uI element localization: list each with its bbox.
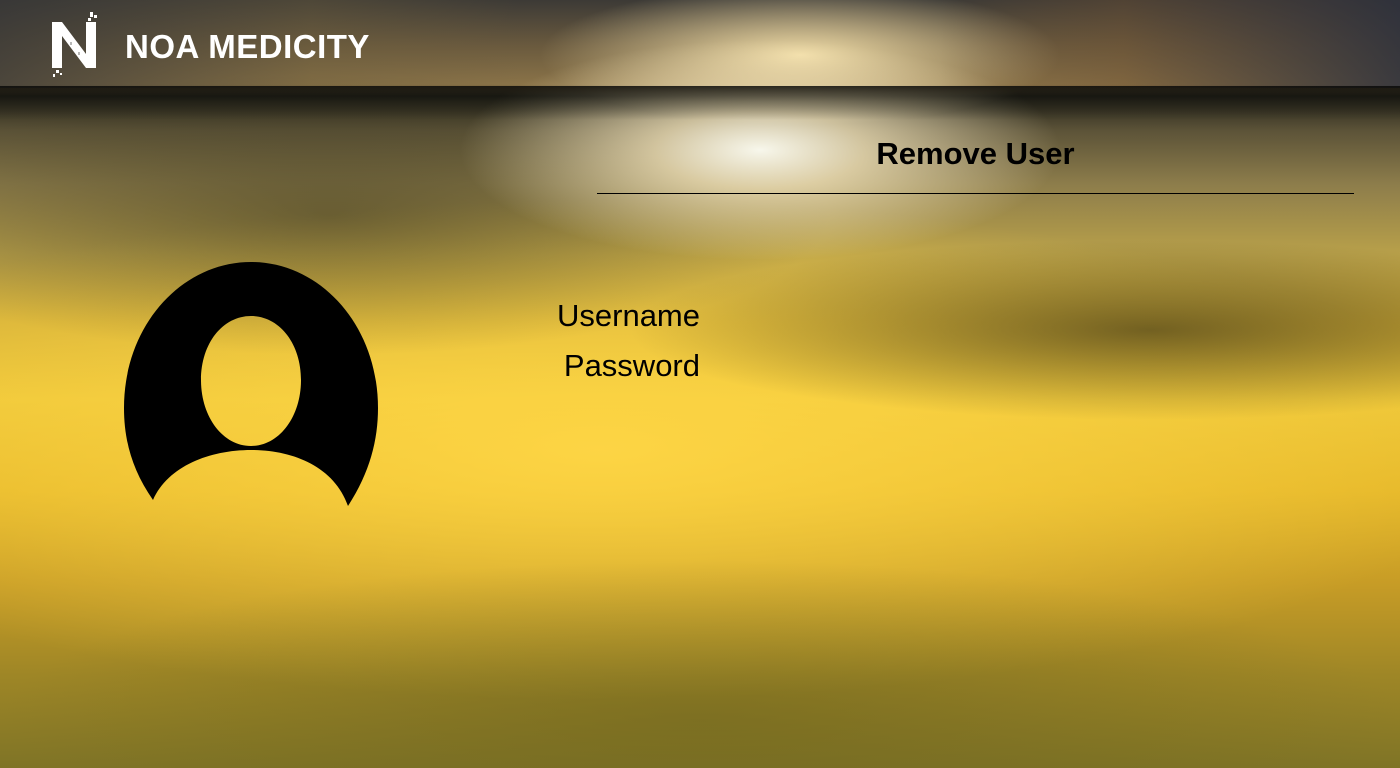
username-label: Username [557, 298, 700, 333]
password-label: Password [563, 348, 700, 383]
noa-medicity-logo-icon[interactable] [50, 12, 100, 78]
page-title: Remove User [876, 136, 1075, 171]
user-avatar-icon [124, 262, 378, 506]
remove-user-page: NOA MEDICITY Remove User Username Passwo… [0, 0, 1400, 768]
header-divider-shadow [0, 86, 1400, 120]
brand-name: NOA MEDICITY [125, 28, 370, 65]
background-sky-right [940, 0, 1400, 88]
title-divider [597, 193, 1354, 194]
